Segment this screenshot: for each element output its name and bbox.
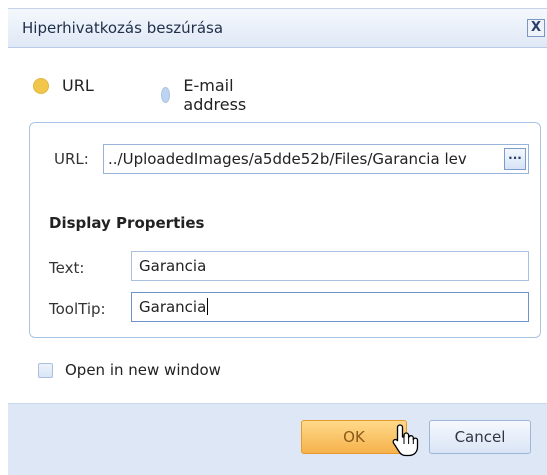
radio-url[interactable]: URL [33,76,94,95]
close-icon[interactable]: X [527,19,545,37]
dialog-footer: OK Cancel [8,403,547,475]
text-label: Text: [49,259,85,277]
text-input[interactable]: Garancia [131,251,529,281]
tooltip-input[interactable]: Garancia [131,292,529,322]
radio-email-label: E-mail address [183,76,247,114]
radio-selected-icon[interactable] [33,77,49,94]
radio-unselected-icon[interactable] [161,87,171,103]
open-new-window-option[interactable]: Open in new window [38,361,221,379]
hand-pointer-icon [392,424,419,457]
cancel-button[interactable]: Cancel [429,420,531,454]
text-caret [207,298,209,315]
dialog-title: Hiperhivatkozás beszúrása [22,19,224,37]
open-new-window-label: Open in new window [65,361,221,379]
radio-url-label: URL [62,76,94,95]
url-input[interactable]: ../UploadedImages/a5dde52b/Files/Garanci… [103,144,529,174]
dialog-titlebar: Hiperhivatkozás beszúrása X [8,8,547,48]
tooltip-value: Garancia [139,298,207,316]
radio-email[interactable]: E-mail address [161,76,253,114]
url-value: ../UploadedImages/a5dde52b/Files/Garanci… [108,150,467,168]
text-value: Garancia [139,257,207,275]
link-properties-panel: URL: ../UploadedImages/a5dde52b/Files/Ga… [29,122,541,338]
ellipsis-icon[interactable]: ··· [504,148,526,170]
hyperlink-dialog: Hiperhivatkozás beszúrása X URL E-mail a… [8,0,547,475]
checkbox-icon[interactable] [38,362,53,378]
tooltip-label: ToolTip: [49,300,106,318]
display-properties-title: Display Properties [49,214,205,232]
url-label: URL: [54,150,89,168]
